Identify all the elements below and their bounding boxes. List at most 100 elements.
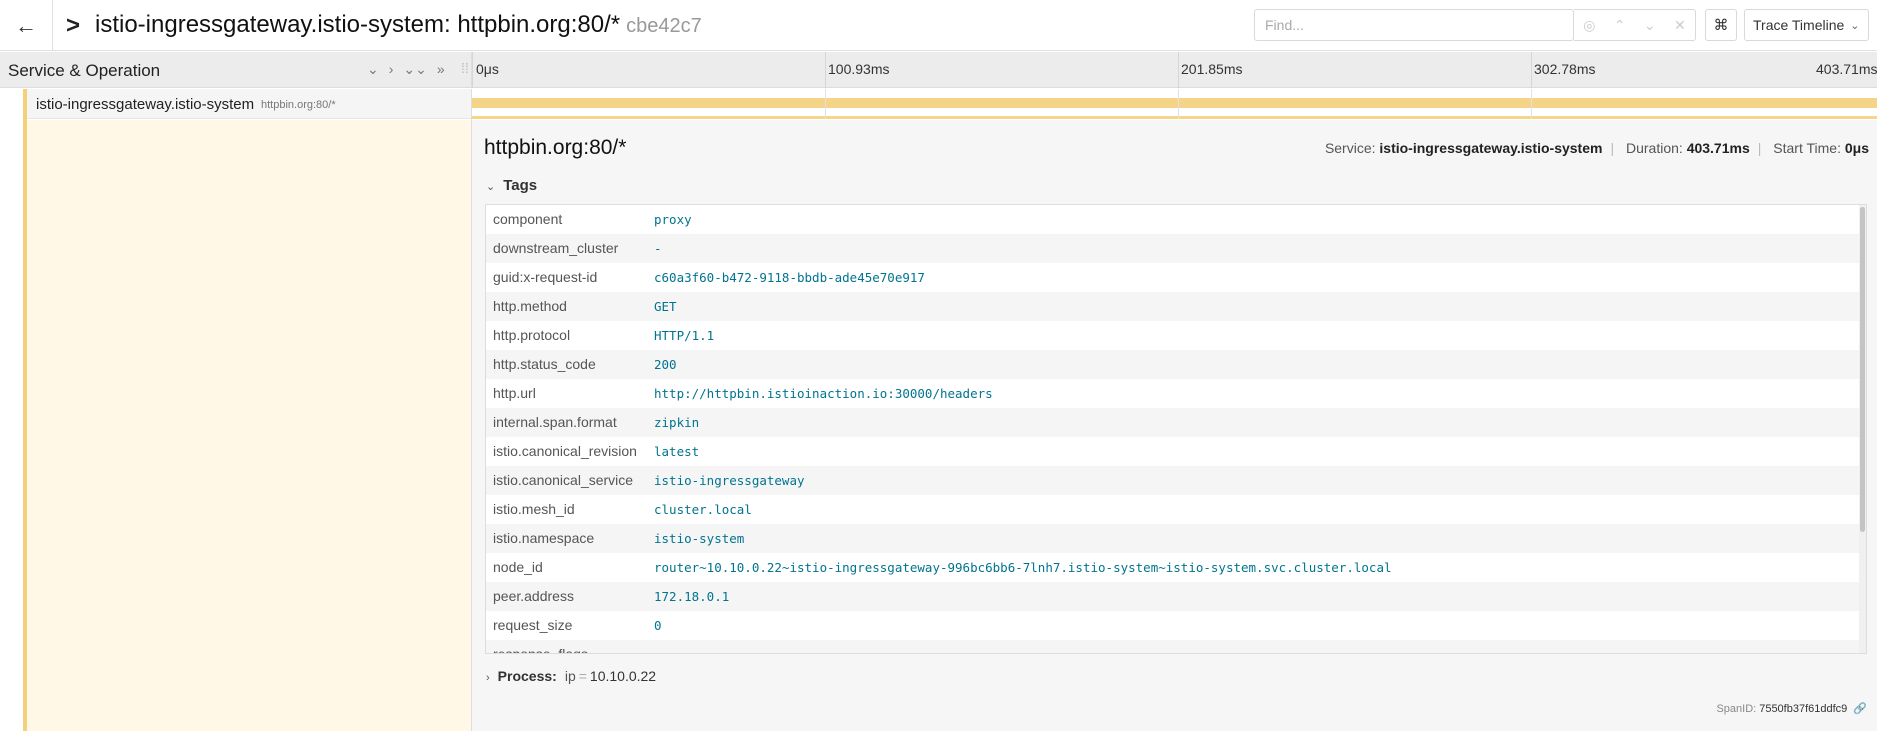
tick-label: 403.71ms xyxy=(1816,61,1877,77)
tag-row[interactable]: request_size 0 xyxy=(486,611,1866,640)
tag-key: node_id xyxy=(493,559,543,575)
tag-row[interactable]: http.status_code 200 xyxy=(486,350,1866,379)
tag-row[interactable]: response_flags xyxy=(486,640,1866,654)
tags-scroll-thumb[interactable] xyxy=(1860,207,1865,532)
span-bar[interactable] xyxy=(472,98,1877,108)
command-icon: ⌘ xyxy=(1713,17,1729,34)
tag-value: cluster.local xyxy=(654,502,752,517)
tag-row[interactable]: downstream_cluster - xyxy=(486,234,1866,263)
span-id-value: 7550fb37f61ddfc9 xyxy=(1759,703,1848,715)
chevron-right-icon: › xyxy=(486,672,490,684)
tag-key: http.url xyxy=(493,385,536,401)
tag-key: request_size xyxy=(493,617,573,633)
timeline-header[interactable]: 0μs 100.93ms 201.85ms 302.78ms 403.71ms xyxy=(472,52,1877,88)
tag-row[interactable]: component proxy xyxy=(486,205,1866,234)
tags-table[interactable]: response_flags request_size 0 peer.address 1… xyxy=(485,204,1867,654)
tag-row[interactable]: istio.canonical_revision latest xyxy=(486,437,1866,466)
tag-value: http://httpbin.istioinaction.io:30000/he… xyxy=(654,386,993,401)
chevron-down-icon: ⌄ xyxy=(1850,19,1860,32)
process-value: 10.10.0.22 xyxy=(589,668,657,684)
tag-row[interactable]: http.url http://httpbin.istioinaction.io:… xyxy=(486,379,1866,408)
tag-value: istio-system xyxy=(654,531,745,546)
expand-all-icon[interactable]: » xyxy=(437,61,445,78)
duration-label: Duration: xyxy=(1625,140,1683,156)
tick-line xyxy=(825,52,826,88)
span-tree: istio-ingressgateway.istio-system httpbi… xyxy=(0,89,472,731)
duration-value: 403.71ms xyxy=(1686,140,1750,156)
tag-value: c60a3f60-b472-9118-bbdb-ade45e70e917 xyxy=(654,270,925,285)
service-operation-header: Service & Operation ⌄ › ⌄⌄ » ⁞⁞ xyxy=(0,52,472,88)
keyboard-shortcuts-button[interactable]: ⌘ xyxy=(1705,9,1737,41)
close-icon[interactable]: ✕ xyxy=(1674,17,1686,34)
tag-value: proxy xyxy=(654,212,692,227)
tree-gutter xyxy=(0,89,23,731)
resize-handle-icon[interactable]: ⁞⁞ xyxy=(461,60,469,76)
tag-key: http.status_code xyxy=(493,356,596,372)
tags-toggle[interactable]: ⌄ Tags xyxy=(486,177,537,194)
tag-key: istio.canonical_revision xyxy=(493,443,637,459)
tick-label: 302.78ms xyxy=(1534,61,1596,77)
tags-scrollbar[interactable] xyxy=(1859,205,1866,653)
tag-key: peer.address xyxy=(493,588,574,604)
link-icon[interactable]: 🔗 xyxy=(1853,703,1867,715)
grid-line xyxy=(1531,89,1532,119)
view-select-label: Trace Timeline xyxy=(1753,17,1845,33)
chevron-down-icon[interactable]: ⌄ xyxy=(1644,17,1656,34)
tick-line xyxy=(1531,52,1532,88)
collapse-all-icon[interactable]: ⌄⌄ xyxy=(403,61,426,78)
tick-label: 201.85ms xyxy=(1181,61,1243,77)
chevron-up-icon[interactable]: ⌃ xyxy=(1614,17,1626,34)
tag-row[interactable]: istio.namespace istio-system xyxy=(486,524,1866,553)
trace-header: ← > istio-ingressgateway.istio-system: h… xyxy=(0,0,1877,51)
view-select[interactable]: Trace Timeline ⌄ xyxy=(1744,9,1869,41)
back-button[interactable]: ← xyxy=(0,0,53,51)
tag-key: response_flags xyxy=(493,646,588,654)
process-toggle[interactable]: › Process: ip = 10.10.0.22 xyxy=(486,668,656,684)
process-label: Process: xyxy=(497,668,557,684)
divider: | xyxy=(1610,140,1615,156)
tag-key: istio.canonical_service xyxy=(493,472,634,488)
span-detail-fill xyxy=(27,120,471,731)
tag-value: 0 xyxy=(654,618,662,633)
tag-row[interactable]: istio.mesh_id cluster.local xyxy=(486,495,1866,524)
chevron-right-icon[interactable]: > xyxy=(66,12,80,40)
tag-row[interactable]: istio.canonical_service istio-ingressgate… xyxy=(486,466,1866,495)
expand-one-icon[interactable]: › xyxy=(389,61,394,78)
tag-row[interactable]: guid:x-request-id c60a3f60-b472-9118-bbdb… xyxy=(486,263,1866,292)
tick-label: 100.93ms xyxy=(828,61,890,77)
tag-value: zipkin xyxy=(654,415,700,430)
tick-label: 0μs xyxy=(476,61,499,77)
tag-row[interactable]: http.method GET xyxy=(486,292,1866,321)
arrow-left-icon: ← xyxy=(15,12,37,38)
tag-row[interactable]: node_id router~10.10.0.22~istio-ingressga… xyxy=(486,553,1866,582)
span-operation-name: httpbin.org:80/* xyxy=(261,99,336,111)
locate-icon[interactable]: ◎ xyxy=(1583,17,1595,34)
tag-key: http.method xyxy=(493,298,567,314)
span-timeline-row[interactable] xyxy=(472,89,1877,119)
tag-key: istio.mesh_id xyxy=(493,501,575,517)
tag-value: router~10.10.0.22~istio-ingressgateway-9… xyxy=(654,560,1392,575)
trace-title-text: istio-ingressgateway.istio-system: httpb… xyxy=(95,11,621,38)
collapse-controls: ⌄ › ⌄⌄ » xyxy=(367,61,445,78)
tag-row[interactable]: peer.address 172.18.0.1 xyxy=(486,582,1866,611)
span-id-label: SpanID: xyxy=(1716,703,1757,715)
tag-value: - xyxy=(654,241,662,256)
tag-row[interactable]: internal.span.format zipkin xyxy=(486,408,1866,437)
find-input[interactable] xyxy=(1254,9,1574,41)
span-service-name: istio-ingressgateway.istio-system xyxy=(36,96,255,113)
trace-title[interactable]: istio-ingressgateway.istio-system: httpb… xyxy=(95,11,702,39)
tag-key: downstream_cluster xyxy=(493,240,619,256)
span-detail-panel: httpbin.org:80/* Service: istio-ingressg… xyxy=(472,120,1877,731)
collapse-one-icon[interactable]: ⌄ xyxy=(367,61,379,78)
span-name-row[interactable]: istio-ingressgateway.istio-system httpbi… xyxy=(27,89,471,119)
service-operation-label: Service & Operation xyxy=(8,61,161,80)
tick-line xyxy=(1178,52,1179,88)
divider: | xyxy=(1757,140,1762,156)
grid-line xyxy=(825,89,826,119)
tag-value: 200 xyxy=(654,357,677,372)
trace-id: cbe42c7 xyxy=(626,15,702,37)
tag-row[interactable]: http.protocol HTTP/1.1 xyxy=(486,321,1866,350)
tag-key: component xyxy=(493,211,563,227)
span-id: SpanID: 7550fb37f61ddfc9 🔗 xyxy=(1716,702,1867,715)
tag-value: GET xyxy=(654,299,677,314)
